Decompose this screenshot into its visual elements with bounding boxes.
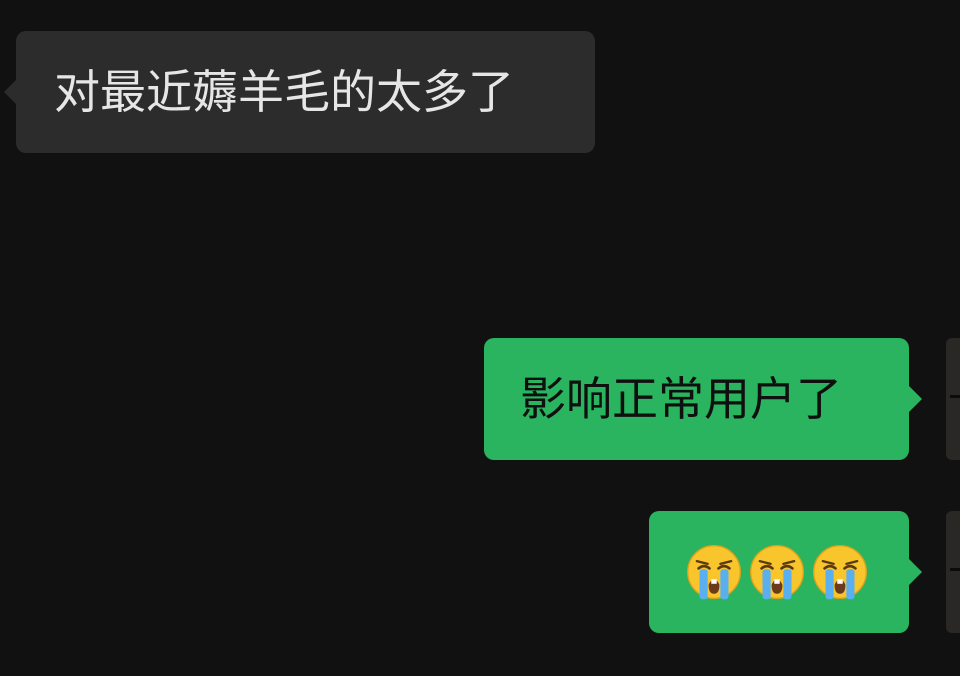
- faded-background: [300, 195, 680, 305]
- avatar[interactable]: [946, 338, 960, 460]
- message-text: 对最近薅羊毛的太多了: [54, 65, 514, 119]
- loudly-crying-face-icon: [687, 545, 741, 600]
- loudly-crying-face-icon: [813, 545, 867, 600]
- loudly-crying-face-icon: [750, 545, 804, 600]
- message-bubble-incoming[interactable]: 对最近薅羊毛的太多了: [4, 31, 595, 153]
- message-bubble-outgoing-emoji[interactable]: [649, 511, 922, 633]
- chat-window: 对最近薅羊毛的太多了 影响正常用户了: [0, 0, 960, 676]
- avatar-detail: [950, 568, 960, 571]
- avatar[interactable]: [946, 511, 960, 633]
- message-text: 影响正常用户了: [520, 372, 842, 426]
- avatar-detail: [950, 395, 960, 398]
- emoji-row: [685, 543, 869, 601]
- message-bubble-outgoing[interactable]: 影响正常用户了: [484, 338, 922, 460]
